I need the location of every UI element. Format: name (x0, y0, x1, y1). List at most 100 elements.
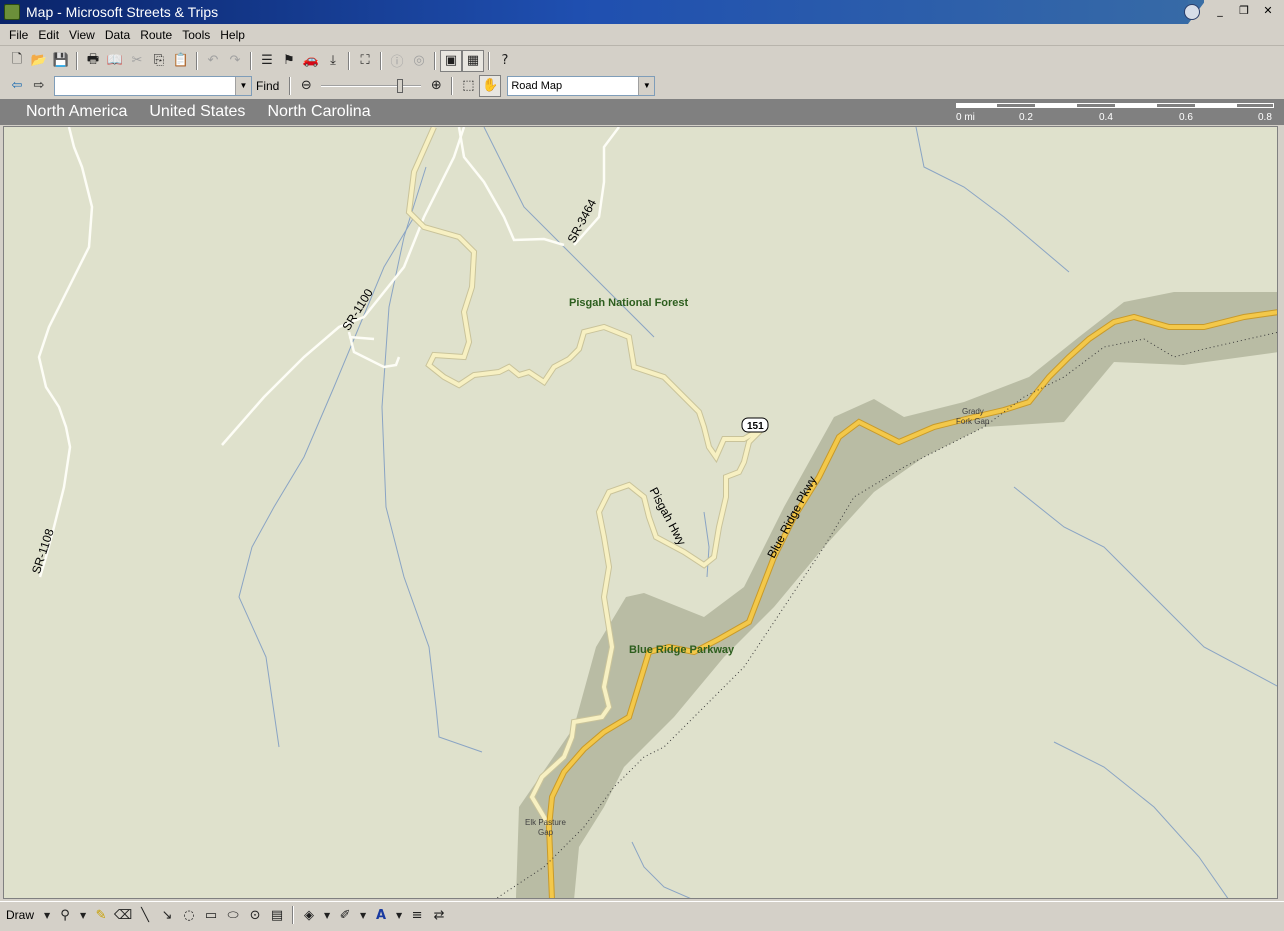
print-icon[interactable]: 🖶 (82, 50, 104, 72)
overview-map-icon[interactable]: ▦ (462, 49, 484, 72)
crumb-north-carolina[interactable]: North Carolina (267, 103, 370, 121)
radius-circle-icon[interactable]: ⊙ (244, 904, 266, 926)
scale-seg (1076, 103, 1116, 108)
close-button[interactable]: ✕ (1260, 4, 1276, 18)
minimize-button[interactable]: _ (1212, 4, 1228, 18)
toolbar-separator (488, 51, 490, 70)
zoom-slider-thumb[interactable] (397, 78, 404, 93)
chevron-down-icon[interactable]: ▼ (392, 904, 406, 926)
find-input[interactable]: ▼ (54, 75, 252, 96)
chevron-down-icon[interactable]: ▼ (76, 904, 90, 926)
menu-help[interactable]: Help (215, 26, 250, 44)
scale-seg (1116, 103, 1156, 108)
undo-icon[interactable]: ↶ (202, 50, 224, 72)
chevron-down-icon[interactable]: ▼ (40, 904, 54, 926)
label-route-151: 151 (747, 421, 764, 432)
location-sensor-icon[interactable]: ◎ (408, 50, 430, 72)
title-bar: Map - Microsoft Streets & Trips _ ❐ ✕ (0, 0, 1284, 24)
arrow-icon[interactable]: ↘ (156, 904, 178, 926)
oval-icon[interactable]: ⬭ (222, 904, 244, 926)
menu-data[interactable]: Data (100, 26, 135, 44)
label-pisgah-national-forest: Pisgah National Forest (569, 297, 689, 309)
gps-icon[interactable]: ⛶ (354, 50, 376, 72)
label-gap: Gap (538, 828, 554, 837)
menu-edit[interactable]: Edit (33, 26, 64, 44)
label-sr1108: SR-1108 (29, 527, 57, 576)
toolbar-separator (380, 51, 382, 70)
menu-file[interactable]: File (4, 26, 33, 44)
scale-label: 0.2 (1019, 112, 1033, 123)
info-icon[interactable]: ⓘ (386, 50, 408, 72)
scale-label: 0.4 (1099, 112, 1113, 123)
pushpin-icon[interactable]: ⚲ (54, 904, 76, 926)
scale-seg (1236, 103, 1274, 108)
paste-icon[interactable]: 📋 (170, 50, 192, 72)
drawing-toolbar: Draw ▼ ⚲ ▼ ✎ ⌫ ╲ ↘ ◌ ▭ ⬭ ⊙ ▤ ◈ ▼ ✐ ▼ A ▼… (0, 901, 1284, 928)
scale-label: 0.6 (1179, 112, 1193, 123)
chevron-down-icon[interactable]: ▼ (356, 904, 370, 926)
restore-button[interactable]: ❐ (1236, 4, 1252, 18)
get-directions-icon[interactable]: ⤓ (322, 50, 344, 72)
font-color-icon[interactable]: A (370, 904, 392, 926)
copy-icon[interactable]: ⎘ (148, 50, 170, 72)
print-preview-icon[interactable]: 📖 (104, 50, 126, 72)
redo-icon[interactable]: ↷ (224, 50, 246, 72)
app-icon (4, 4, 20, 20)
select-icon[interactable]: ⬚ (457, 75, 479, 97)
find-button[interactable]: Find (256, 79, 279, 93)
itinerary-icon[interactable]: ☰ (256, 50, 278, 72)
stream (631, 841, 691, 898)
vertical-scroll-edge[interactable] (1278, 126, 1284, 899)
route-planner-icon[interactable]: 🚗 (300, 50, 322, 72)
highlighter-icon[interactable]: ✎ (90, 904, 112, 926)
map-style-select[interactable]: Road Map ▼ (507, 75, 656, 96)
map-canvas[interactable]: SR-3464 SR-1100 SR-1108 Pisgah National … (3, 126, 1278, 899)
help-icon[interactable]: ? (494, 50, 516, 72)
draw-menu-button[interactable]: Draw (6, 908, 34, 922)
menu-view[interactable]: View (64, 26, 100, 44)
chevron-down-icon[interactable]: ▼ (235, 76, 251, 95)
freeform-icon[interactable]: ◌ (178, 904, 200, 926)
eraser-icon[interactable]: ⌫ (112, 904, 134, 926)
cut-icon[interactable]: ✂ (126, 50, 148, 72)
forward-icon[interactable]: ⇨ (28, 75, 50, 97)
fill-color-icon[interactable]: ◈ (298, 904, 320, 926)
toolbar-separator (434, 51, 436, 70)
map-svg[interactable]: SR-3464 SR-1100 SR-1108 Pisgah National … (4, 127, 1278, 899)
menu-tools[interactable]: Tools (177, 26, 215, 44)
back-icon[interactable]: ⇦ (6, 75, 28, 97)
line-style-icon[interactable]: ≡ (406, 904, 428, 926)
stream (1053, 741, 1229, 898)
stream (381, 166, 483, 753)
chevron-down-icon[interactable]: ▼ (320, 904, 334, 926)
rectangle-icon[interactable]: ▭ (200, 904, 222, 926)
chevron-down-icon[interactable]: ▼ (638, 76, 655, 95)
scale-seg (956, 103, 996, 108)
toolbar-separator (289, 76, 292, 95)
open-icon[interactable]: 📂 (28, 50, 50, 72)
map-style-value: Road Map (511, 79, 563, 92)
zoom-slider[interactable] (321, 77, 422, 95)
scale-bar: 0 mi 0.2 0.4 0.6 0.8 (956, 101, 1276, 123)
zoom-in-icon[interactable]: ⊕ (425, 75, 447, 97)
legend-icon[interactable]: ▣ (440, 49, 462, 72)
find-nearby-places-icon[interactable]: ⚑ (278, 50, 300, 72)
stream (915, 127, 1070, 273)
label-pisgah-hwy: Pisgah Hwy (647, 485, 689, 548)
text-box-icon[interactable]: ▤ (266, 904, 288, 926)
menu-route[interactable]: Route (135, 26, 177, 44)
mappoint-help-icon[interactable] (1184, 4, 1200, 20)
arrow-style-icon[interactable]: ⇄ (428, 904, 450, 926)
road-sr1108 (37, 127, 94, 578)
road-sr1100 (221, 127, 466, 446)
line-color-icon[interactable]: ✐ (334, 904, 356, 926)
pan-hand-icon[interactable]: ✋ (479, 74, 502, 97)
crumb-north-america[interactable]: North America (26, 103, 127, 121)
zoom-out-icon[interactable]: ⊖ (295, 75, 317, 97)
standard-toolbar: 🗋 📂 💾 🖶 📖 ✂ ⎘ 📋 ↶ ↷ ☰ ⚑ 🚗 ⤓ ⛶ ⓘ ◎ ▣ ▦ ? (0, 48, 1284, 73)
crumb-united-states[interactable]: United States (149, 103, 245, 121)
new-icon[interactable]: 🗋 (6, 50, 28, 72)
save-icon[interactable]: 💾 (50, 50, 72, 72)
scale-label: 0 mi (956, 112, 975, 123)
line-icon[interactable]: ╲ (134, 904, 156, 926)
